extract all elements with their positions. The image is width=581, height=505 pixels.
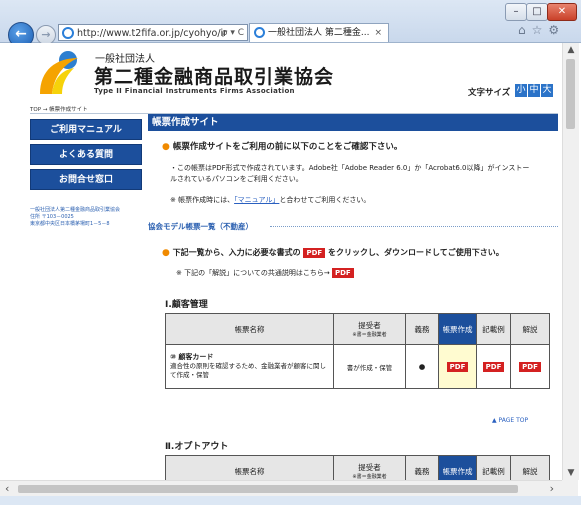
vertical-scrollbar[interactable]: ▲ ▼ [562,43,579,480]
org-english-name: Type II Financial Instruments Firms Asso… [94,87,295,95]
url-text: http://www.t2fifa.or.jp/cyohyo/ir [77,28,228,39]
example-pdf-button[interactable]: PDF [482,361,505,372]
explanation-cell: PDF [510,344,550,389]
browser-tab[interactable]: 一般社団法人 第二種金... × [249,23,389,42]
scroll-down-icon[interactable]: ▼ [563,468,579,478]
explanation-pdf-button[interactable]: PDF [519,361,541,372]
scrollbar-corner [562,480,578,496]
bullet-icon: ● [162,248,170,258]
author-header-label: 提受者 [358,321,381,330]
create-pdf-button[interactable]: PDF [446,361,469,372]
scroll-right-icon[interactable]: › [550,482,554,495]
obligation-cell: ● [405,344,439,389]
author-cell: 書が作成・保管 [333,344,406,389]
forward-arrow-icon: → [41,28,51,41]
address-line: 東京都中央区日本橋茅場町1－5－8 [30,221,110,227]
explanation-note: ※ 下記の「解説」についての共通説明はこちら→ PDF [176,268,354,278]
browser-toolbar: – □ ✕ ← → http://www.t2fifa.or.jp/cyohyo… [0,0,581,48]
column-header-explanation: 解説 [510,455,550,480]
horizontal-scrollbar[interactable]: ‹ › [0,480,562,497]
column-header-name: 帳票名称 [165,455,334,480]
tab-favicon [254,27,265,38]
explanation-pdf-button[interactable]: PDF [331,268,354,278]
column-header-create: 帳票作成 [438,313,477,345]
download-instruction: ● 下記一覧から、入力に必要な書式の PDF をクリックし、ダウンロードしてご使… [162,247,504,258]
window-bottom-edge [0,496,581,505]
bullet-icon: ● [162,142,170,152]
section-title-customer-management: Ⅰ.顧客管理 [165,300,208,310]
sidebar-item-manual[interactable]: ご利用マニュアル [30,119,142,140]
font-size-medium-button[interactable]: 中 [528,84,540,97]
column-header-obligation: 義務 [405,455,439,480]
minimize-button[interactable]: – [505,3,527,21]
home-favorites-settings-icons[interactable]: ⌂☆⚙ [518,23,565,37]
forms-table: 帳票名称 提受者 ※書＝金融業者 義務 帳票作成 記載例 解説 ⑩ 顧客カード 適… [165,313,550,389]
section-divider [270,226,558,227]
page-title: 帳票作成サイト [148,114,558,131]
column-header-explanation: 解説 [510,313,550,345]
download-instruction-pre: 下記一覧から、入力に必要な書式の [172,248,301,257]
column-header-example: 記載例 [476,455,511,480]
intro-label: 帳票作成サイトをご利用の前に以下のことをご確認下さい。 [172,142,403,152]
address-line: 一般社団法人第二種金融商品取引業協会 [30,207,121,213]
download-instruction-post: をクリックし、ダウンロードしてご使用下さい。 [327,248,504,257]
vertical-scroll-thumb[interactable] [566,59,575,129]
association-logo [40,51,78,94]
form-name: ⑩ 顧客カード [170,353,214,361]
form-description: 適合性の原則を確認するため、金融業者が顧客に関して作成・保管 [170,362,326,379]
column-header-name: 帳票名称 [165,313,334,345]
manual-link[interactable]: 「マニュアル」 [234,196,279,204]
author-header-note: ※書＝金融業者 [352,332,387,338]
forms-table: 帳票名称 提受者 ※書＝金融業者 義務 帳票作成 記載例 解説 [165,455,550,480]
address-line: 住所 〒103－0025 [30,214,74,220]
sidebar-item-contact[interactable]: お問合せ窓口 [30,169,142,190]
explanation-note-text: ※ 下記の「解説」についての共通説明はこちら→ [176,269,330,277]
manual-note: ※ 帳票作成時には、「マニュアル」と合わせてご利用ください。 [170,195,370,205]
column-header-author: 提受者 ※書＝金融業者 [333,313,406,345]
model-forms-heading: 協会モデル帳票一覧（不動産） [148,222,253,231]
forward-button[interactable]: → [36,25,56,45]
breadcrumb[interactable]: TOP → 帳票作成サイト [30,105,88,113]
ie-page-icon [62,27,74,39]
minimize-icon: – [513,6,519,17]
sidebar-address: 一般社団法人第二種金融商品取引業協会 住所 〒103－0025 東京都中央区日本… [30,207,120,228]
create-cell: PDF [438,344,477,389]
intro-text: ● 帳票作成サイトをご利用の前に以下のことをご確認下さい。 [162,140,402,152]
author-header-label: 提受者 [358,463,381,472]
column-header-author: 提受者 ※書＝金融業者 [333,455,406,480]
tab-close-icon[interactable]: × [374,24,382,42]
sidebar-item-faq[interactable]: よくある質問 [30,144,142,165]
address-bar[interactable]: http://www.t2fifa.or.jp/cyohyo/ir ρ ▾ C [58,24,248,41]
scroll-left-icon[interactable]: ‹ [5,482,9,495]
maximize-icon: □ [532,6,542,17]
close-window-button[interactable]: ✕ [547,3,577,21]
example-cell: PDF [476,344,511,389]
page-top-link[interactable]: ▲ PAGE TOP [492,417,528,424]
column-header-example: 記載例 [476,313,511,345]
pdf-requirement-note: ・この帳票はPDF形式で作成されています。Adobe社「Adobe Reader… [170,164,530,183]
tab-title: 一般社団法人 第二種金... [268,28,370,38]
author-header-note: ※書＝金融業者 [352,474,387,480]
manual-note-suffix: と合わせてご利用ください。 [279,196,371,204]
table-header-row: 帳票名称 提受者 ※書＝金融業者 義務 帳票作成 記載例 解説 [165,455,550,480]
table-row: ⑩ 顧客カード 適合性の原則を確認するため、金融業者が顧客に関して作成・保管 書… [165,344,550,389]
section-title-opt-out: Ⅱ.オプトアウト [165,442,229,452]
pdf-icon: PDF [303,247,326,258]
close-icon: ✕ [557,6,567,17]
address-bar-tools[interactable]: ρ ▾ C [222,25,244,42]
maximize-button[interactable]: □ [526,3,548,21]
org-title: 第二種金融商品取引業協会 [94,66,335,88]
horizontal-scroll-thumb[interactable] [18,485,518,493]
font-size-label: 文字サイズ [468,88,511,98]
manual-note-prefix: ※ 帳票作成時には、 [170,196,235,204]
table-header-row: 帳票名称 提受者 ※書＝金融業者 義務 帳票作成 記載例 解説 [165,313,550,345]
column-header-create: 帳票作成 [438,455,477,480]
font-size-large-button[interactable]: 大 [541,84,553,97]
font-size-small-button[interactable]: 小 [515,84,527,97]
scroll-up-icon[interactable]: ▲ [563,45,579,55]
page-content: 一般社団法人 第二種金融商品取引業協会 Type II Financial In… [0,43,562,480]
form-name-cell: ⑩ 顧客カード 適合性の原則を確認するため、金融業者が顧客に関して作成・保管 [165,344,334,389]
column-header-obligation: 義務 [405,313,439,345]
